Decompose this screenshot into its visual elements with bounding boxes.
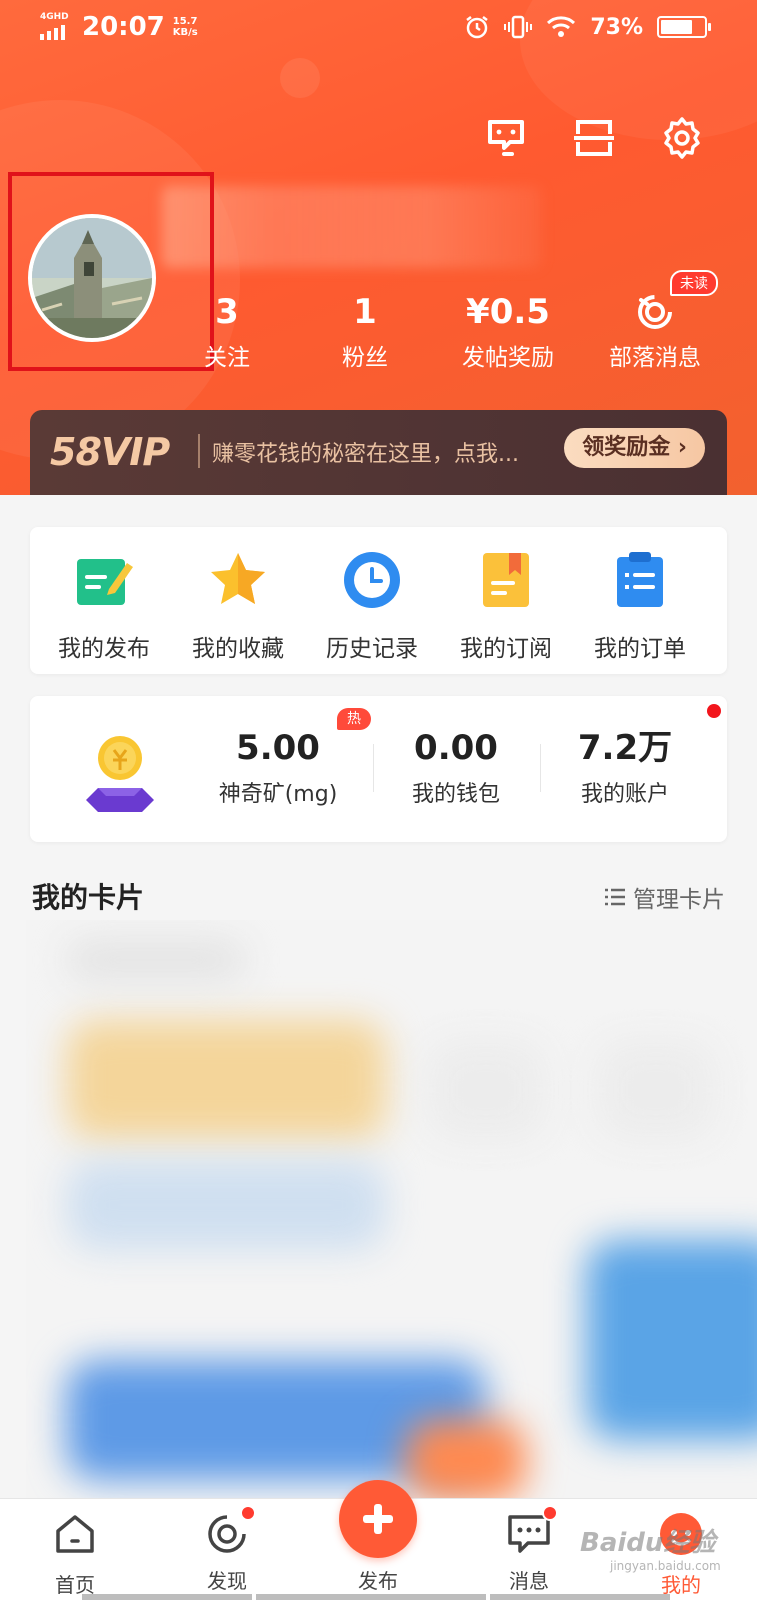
quick-history-label: 历史记录 — [326, 636, 418, 662]
quick-orders-label: 我的订单 — [594, 636, 686, 662]
post-edit-icon — [77, 559, 133, 605]
stat-tribe-messages-label: 部落消息 — [609, 345, 701, 371]
stat-fans-label: 粉丝 — [342, 345, 388, 371]
stat-post-reward[interactable]: ¥0.5 发帖奖励 — [448, 290, 568, 372]
quick-favorites-label: 我的收藏 — [192, 636, 284, 662]
stat-post-reward-amount: ¥0.5 — [466, 292, 550, 332]
username-blurred — [162, 186, 542, 268]
wifi-icon — [547, 16, 576, 37]
notification-dot — [707, 704, 721, 718]
tab-home[interactable]: 首页 — [20, 1511, 130, 1598]
quick-orders[interactable]: 我的订单 — [572, 549, 708, 663]
quick-my-posts[interactable]: 我的发布 — [36, 549, 172, 663]
tab-discover-label: 发现 — [207, 1569, 247, 1593]
profile-stats: 3 关注 1 粉丝 ¥0.5 发帖奖励 部落消息 — [0, 290, 757, 380]
assets-card: 5.00 神奇矿(mg) 热 0.00 我的钱包 7.2万 我的账户 — [30, 696, 727, 842]
message-icon-wrap — [506, 1505, 558, 1557]
subscribe-book-icon — [483, 553, 529, 607]
network-type: 4GHD — [40, 12, 69, 22]
battery-percent: 73% — [590, 14, 643, 40]
stat-following-count: 3 — [215, 292, 239, 332]
quick-subscriptions-label: 我的订阅 — [460, 636, 552, 662]
my-wallet[interactable]: 0.00 我的钱包 — [380, 726, 532, 808]
my-wallet-label: 我的钱包 — [411, 782, 500, 807]
divider — [540, 744, 541, 792]
home-icon — [56, 1515, 94, 1553]
clock-icon — [344, 552, 400, 608]
settings-gear-icon[interactable] — [660, 116, 704, 160]
discover-icon-wrap — [204, 1505, 256, 1557]
divider — [198, 434, 200, 468]
quick-actions-card: 我的发布 我的收藏 历史记录 我的订阅 我的订单 — [30, 527, 727, 674]
status-right: 73% — [464, 14, 711, 40]
scan-icon[interactable] — [572, 116, 616, 160]
clock: 20:07 — [82, 12, 165, 42]
watermark-subtext: jingyan.baidu.com — [610, 1559, 721, 1573]
tab-messages[interactable]: 消息 — [474, 1505, 584, 1594]
quick-my-posts-label: 我的发布 — [58, 636, 150, 662]
magic-ore-label: 神奇矿(mg) — [218, 782, 338, 807]
signal-icon: 4GHD — [40, 12, 74, 42]
coin-mine-icon[interactable] — [80, 720, 160, 816]
magic-ore-value: 5.00 — [236, 728, 320, 768]
vip-promo-text: 赚零花钱的秘密在这里，点我... — [212, 442, 519, 467]
tribe-message-icon — [590, 290, 720, 334]
list-icon — [605, 888, 625, 906]
customer-service-icon[interactable] — [484, 116, 528, 160]
battery-icon — [657, 16, 711, 38]
vibrate-icon — [504, 15, 533, 39]
manage-cards-label: 管理卡片 — [633, 887, 725, 913]
star-icon — [211, 553, 265, 604]
notification-dot — [542, 1505, 558, 1521]
vip-banner[interactable]: 58VIP 赚零花钱的秘密在这里，点我... 领奖励金 › — [30, 410, 727, 495]
my-wallet-value: 0.00 — [414, 728, 498, 768]
stat-following[interactable]: 3 关注 — [172, 290, 282, 372]
order-clipboard-icon — [617, 552, 663, 607]
my-account[interactable]: 7.2万 我的账户 — [550, 726, 700, 808]
decor-circle — [280, 58, 320, 98]
status-bar: 4GHD 20:07 15.7 KB/s 73% — [0, 0, 757, 58]
tab-messages-label: 消息 — [509, 1569, 549, 1593]
hot-badge: 热 — [337, 708, 371, 730]
vip-logo: 58VIP — [50, 430, 170, 474]
network-speed: 15.7 KB/s — [173, 16, 198, 38]
watermark-text: Baidu经验 — [580, 1528, 716, 1558]
speed-unit: KB/s — [172, 27, 198, 38]
stat-post-reward-label: 发帖奖励 — [462, 345, 554, 371]
gesture-bar — [82, 1594, 252, 1600]
tab-discover[interactable]: 发现 — [172, 1505, 282, 1594]
unread-badge: 未读 — [670, 270, 718, 296]
quick-history[interactable]: 历史记录 — [304, 549, 440, 663]
alarm-icon — [466, 16, 489, 39]
stat-fans-count: 1 — [353, 292, 377, 332]
gesture-bar — [256, 1594, 486, 1600]
divider — [373, 744, 374, 792]
baidu-watermark: Baidu经验 jingyan.baidu.com — [580, 1522, 721, 1573]
status-left: 4GHD 20:07 15.7 KB/s — [40, 12, 198, 42]
claim-reward-button[interactable]: 领奖励金 › — [564, 428, 705, 468]
manage-cards-button[interactable]: 管理卡片 — [605, 880, 725, 914]
notification-dot — [240, 1505, 256, 1521]
my-account-label: 我的账户 — [580, 782, 669, 807]
stat-following-label: 关注 — [204, 345, 250, 371]
quick-subscriptions[interactable]: 我的订阅 — [438, 549, 574, 663]
tab-publish-label: 发布 — [358, 1569, 398, 1593]
quick-favorites[interactable]: 我的收藏 — [170, 549, 306, 663]
speed-value: 15.7 — [172, 16, 198, 27]
cards-blurred-area — [26, 920, 757, 1498]
publish-plus-button[interactable] — [339, 1480, 417, 1558]
magic-ore[interactable]: 5.00 神奇矿(mg) — [198, 726, 358, 808]
stat-fans[interactable]: 1 粉丝 — [310, 290, 420, 372]
my-cards-title: 我的卡片 — [32, 881, 145, 914]
my-account-value: 7.2万 — [577, 728, 673, 768]
gesture-bar — [490, 1594, 670, 1600]
stat-tribe-messages[interactable]: 部落消息 — [590, 290, 720, 372]
